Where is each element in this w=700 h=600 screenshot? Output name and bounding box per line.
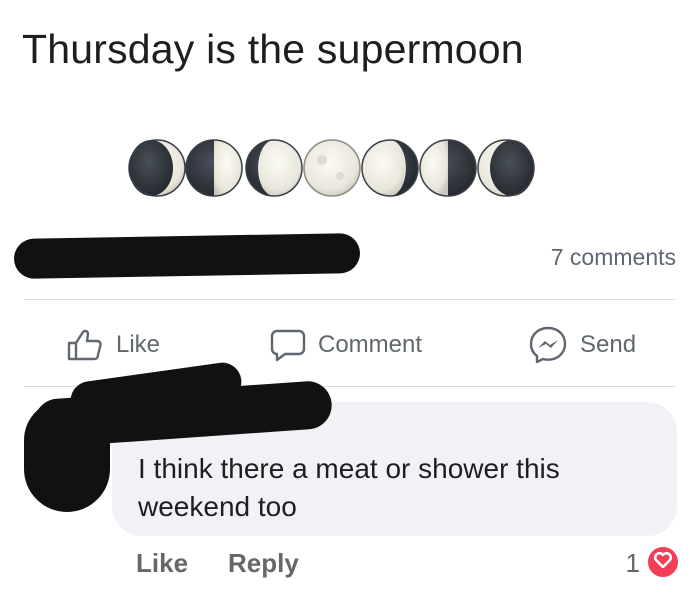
send-label: Send	[580, 331, 637, 358]
messenger-icon	[528, 325, 568, 365]
comment-text: I think there a meat or shower this week…	[138, 453, 560, 522]
comment-like-button[interactable]: Like	[136, 548, 188, 579]
waxing-gibbous-moon-icon	[245, 139, 303, 197]
comment-label: Comment	[318, 331, 423, 358]
post-text: Thursday is the supermoon	[22, 26, 524, 72]
redaction-bar	[13, 232, 361, 280]
heart-reaction-badge[interactable]	[646, 545, 680, 579]
first-quarter-moon-icon	[185, 139, 243, 197]
like-button[interactable]: Like	[66, 322, 160, 368]
comments-count-link[interactable]: 7 comments	[551, 244, 676, 271]
send-button[interactable]: Send	[528, 322, 636, 368]
like-label: Like	[116, 331, 161, 358]
divider	[24, 299, 676, 300]
comment-reply-button[interactable]: Reply	[228, 548, 299, 579]
speech-bubble-icon	[270, 328, 306, 362]
thumbs-up-icon	[66, 328, 104, 362]
waning-crescent-moon-icon	[477, 139, 535, 197]
heart-icon	[653, 551, 673, 573]
reaction-count[interactable]: 1	[626, 548, 640, 579]
waning-gibbous-moon-icon	[361, 139, 419, 197]
full-moon-icon	[303, 139, 361, 197]
comment-button[interactable]: Comment	[270, 322, 422, 368]
waxing-crescent-moon-icon	[128, 139, 186, 197]
last-quarter-moon-icon	[419, 139, 477, 197]
moon-phase-emoji-row	[0, 130, 700, 206]
